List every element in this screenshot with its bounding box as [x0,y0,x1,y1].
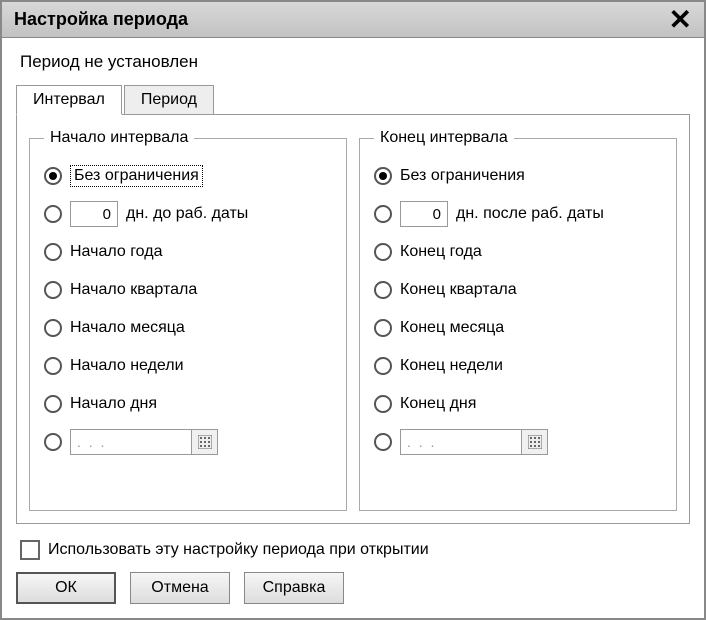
start-group-legend: Начало интервала [44,129,194,147]
end-label-year: Конец года [400,243,482,261]
start-radio-days[interactable] [44,205,62,223]
ok-button[interactable]: ОК [16,572,116,604]
end-date-field[interactable]: . . . [400,429,548,455]
end-label-month: Конец месяца [400,319,504,337]
start-date-field[interactable]: . . . [70,429,218,455]
tab-row: Интервал Период [16,85,216,114]
end-radio-week[interactable] [374,357,392,375]
start-radio-quarter[interactable] [44,281,62,299]
client-area: Период не установлен Интервал Период Нач… [2,38,704,618]
end-radio-date[interactable] [374,433,392,451]
start-radio-day[interactable] [44,395,62,413]
end-interval-group: Конец интервала Без ограничения дн. посл… [359,129,677,511]
calendar-icon[interactable] [191,430,217,454]
start-radio-year[interactable] [44,243,62,261]
tab-period[interactable]: Период [124,85,214,114]
start-radio-date[interactable] [44,433,62,451]
start-label-nolimit: Без ограничения [70,165,203,187]
end-label-quarter: Конец квартала [400,281,517,299]
end-days-input[interactable] [400,201,448,227]
end-radio-days[interactable] [374,205,392,223]
start-label-year: Начало года [70,243,162,261]
end-label-nolimit: Без ограничения [400,167,525,185]
interval-columns: Начало интервала Без ограничения дн. до … [29,129,677,511]
end-radio-nolimit[interactable] [374,167,392,185]
start-label-quarter: Начало квартала [70,281,197,299]
use-on-open-label: Использовать эту настройку периода при о… [48,541,429,559]
end-label-week: Конец недели [400,357,503,375]
start-date-text: . . . [71,434,191,450]
end-date-text: . . . [401,434,521,450]
start-label-month: Начало месяца [70,319,185,337]
start-days-input[interactable] [70,201,118,227]
start-radio-nolimit[interactable] [44,167,62,185]
end-label-days: дн. после раб. даты [456,205,604,223]
end-radio-quarter[interactable] [374,281,392,299]
window-title: Настройка периода [14,9,665,30]
end-radio-month[interactable] [374,319,392,337]
start-radio-month[interactable] [44,319,62,337]
end-label-day: Конец дня [400,395,476,413]
cancel-button[interactable]: Отмена [130,572,230,604]
end-group-legend: Конец интервала [374,129,514,147]
start-interval-group: Начало интервала Без ограничения дн. до … [29,129,347,511]
button-row: ОК Отмена Справка [16,572,690,604]
help-button[interactable]: Справка [244,572,344,604]
period-status-text: Период не установлен [20,52,690,72]
titlebar: Настройка периода ✕ [2,2,704,38]
use-on-open-checkbox[interactable] [20,540,40,560]
end-radio-day[interactable] [374,395,392,413]
end-radio-year[interactable] [374,243,392,261]
start-label-week: Начало недели [70,357,184,375]
calendar-icon[interactable] [521,430,547,454]
footer: Использовать эту настройку периода при о… [16,524,690,604]
tab-interval[interactable]: Интервал [16,85,122,115]
start-radio-week[interactable] [44,357,62,375]
close-icon[interactable]: ✕ [665,6,696,34]
start-label-days: дн. до раб. даты [126,205,248,223]
dialog-window: Настройка периода ✕ Период не установлен… [0,0,706,620]
start-label-day: Начало дня [70,395,157,413]
tab-container: Интервал Период Начало интервала Без огр… [16,114,690,524]
